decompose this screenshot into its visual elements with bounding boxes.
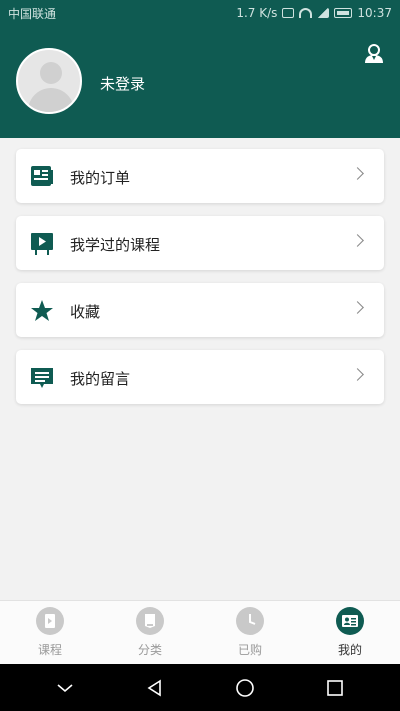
tab-label: 分类 [137, 643, 162, 657]
tab-label: 已购 [237, 643, 262, 657]
home-icon[interactable] [230, 673, 260, 703]
menu-item-label: 我的留言 [70, 370, 131, 388]
tab-category[interactable]: 分类 [100, 601, 200, 664]
menu-item-messages[interactable]: 我的留言 [16, 350, 384, 404]
user-profile-icon[interactable] [362, 42, 386, 66]
status-right: 1.7 K/s 10:37 [236, 6, 392, 20]
bottom-tab-bar: 课程 分类 已购 我的 [0, 600, 400, 664]
chevron-down-icon[interactable] [50, 673, 80, 703]
status-bar: 中国联通 1.7 K/s 10:37 [0, 0, 400, 26]
wifi-icon [299, 8, 313, 18]
menu-item-learned-courses[interactable]: 我学过的课程 [16, 216, 384, 270]
menu-item-label: 我的订单 [70, 169, 131, 187]
tab-purchased[interactable]: 已购 [200, 601, 300, 664]
menu-item-orders[interactable]: 我的订单 [16, 149, 384, 203]
chevron-right-icon [351, 368, 364, 381]
chevron-right-icon [351, 234, 364, 247]
login-status[interactable]: 未登录 [100, 73, 145, 94]
category-icon [136, 607, 164, 635]
menu-item-label: 收藏 [70, 303, 101, 321]
course-icon [36, 607, 64, 635]
system-nav-bar [0, 664, 400, 711]
orders-icon [30, 165, 54, 187]
profile-header: 未登录 [0, 26, 400, 138]
tab-mine[interactable]: 我的 [300, 601, 400, 664]
chevron-right-icon [351, 167, 364, 180]
tab-courses[interactable]: 课程 [0, 601, 100, 664]
message-icon [30, 366, 54, 388]
clock-time: 10:37 [357, 6, 392, 20]
chevron-right-icon [351, 301, 364, 314]
menu-item-label: 我学过的课程 [70, 236, 161, 254]
network-speed: 1.7 K/s [236, 6, 278, 20]
clock-icon [236, 607, 264, 635]
signal-icon [317, 8, 330, 18]
menu-item-favorites[interactable]: 收藏 [16, 283, 384, 337]
battery-icon [334, 8, 353, 18]
avatar[interactable] [16, 48, 82, 114]
tab-label: 课程 [37, 643, 62, 657]
learned-courses-icon [30, 232, 54, 255]
vibrate-icon [282, 8, 295, 18]
recents-icon[interactable] [320, 673, 350, 703]
carrier-label: 中国联通 [8, 6, 57, 21]
back-icon[interactable] [140, 673, 170, 703]
star-icon [30, 299, 54, 321]
profile-card-icon [336, 607, 364, 635]
tab-label: 我的 [337, 643, 362, 657]
